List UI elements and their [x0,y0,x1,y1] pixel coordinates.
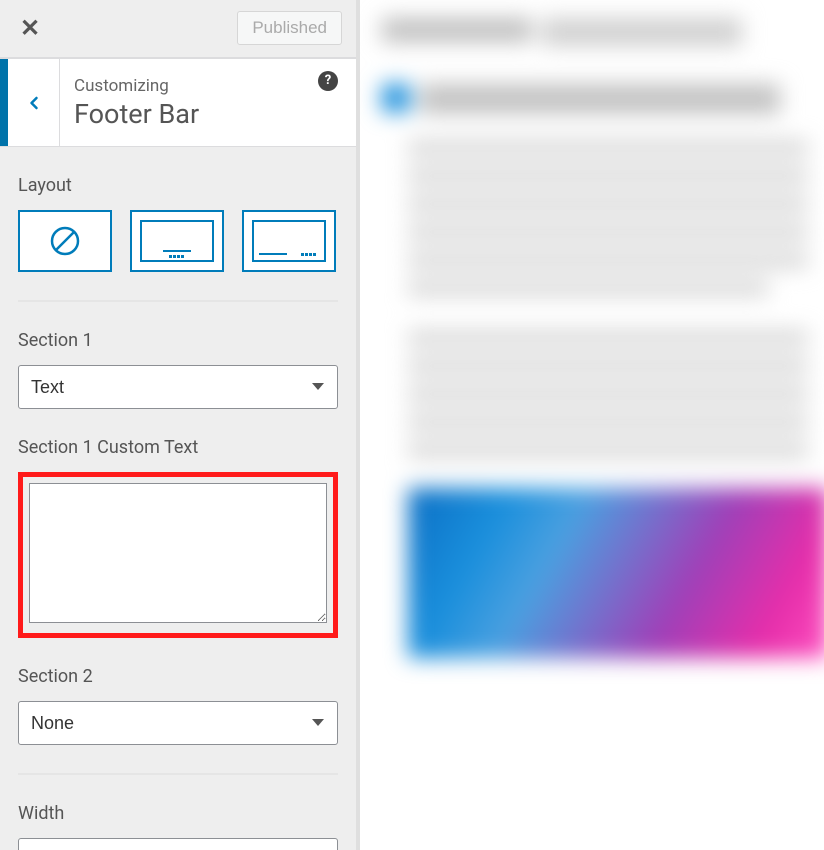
section1-label: Section 1 [18,330,338,351]
layout-option-split[interactable] [242,210,336,272]
top-bar: ✕ Published [0,0,356,58]
layout-option-center[interactable] [130,210,224,272]
layout-split-icon [247,215,331,267]
width-select-wrap: Content Width [18,838,338,850]
layout-center-icon [135,215,219,267]
panel-header: Customizing Footer Bar ? [0,58,356,148]
section1-select-wrap: Text [18,365,338,409]
width-select[interactable]: Content Width [18,838,338,850]
site-preview [360,0,824,850]
section1-custom-text-label: Section 1 Custom Text [18,437,338,458]
customizer-sidebar: ✕ Published Customizing Footer Bar ? Lay… [0,0,360,850]
width-label: Width [18,803,338,824]
section1-custom-text-input[interactable] [29,483,327,623]
chevron-left-icon [24,93,44,113]
section2-label: Section 2 [18,666,338,687]
layout-label: Layout [18,175,338,196]
disabled-icon [47,223,83,259]
layout-option-none[interactable] [18,210,112,272]
panel-titles: Customizing Footer Bar [60,59,356,147]
section1-select[interactable]: Text [18,365,338,409]
help-icon[interactable]: ? [318,71,338,91]
controls-area: Layout [0,147,356,850]
back-button[interactable] [8,59,60,147]
layout-options [18,210,338,272]
active-panel-indicator [0,59,8,147]
close-icon[interactable]: ✕ [14,10,46,46]
section-divider [18,773,338,775]
section1-custom-text-highlight [18,472,338,638]
section2-select-wrap: None [18,701,338,745]
preview-blurred-content [360,0,824,850]
panel-eyebrow: Customizing [74,76,356,96]
publish-status-button[interactable]: Published [237,11,342,45]
section2-select[interactable]: None [18,701,338,745]
panel-title: Footer Bar [74,98,356,130]
section-divider [18,300,338,302]
